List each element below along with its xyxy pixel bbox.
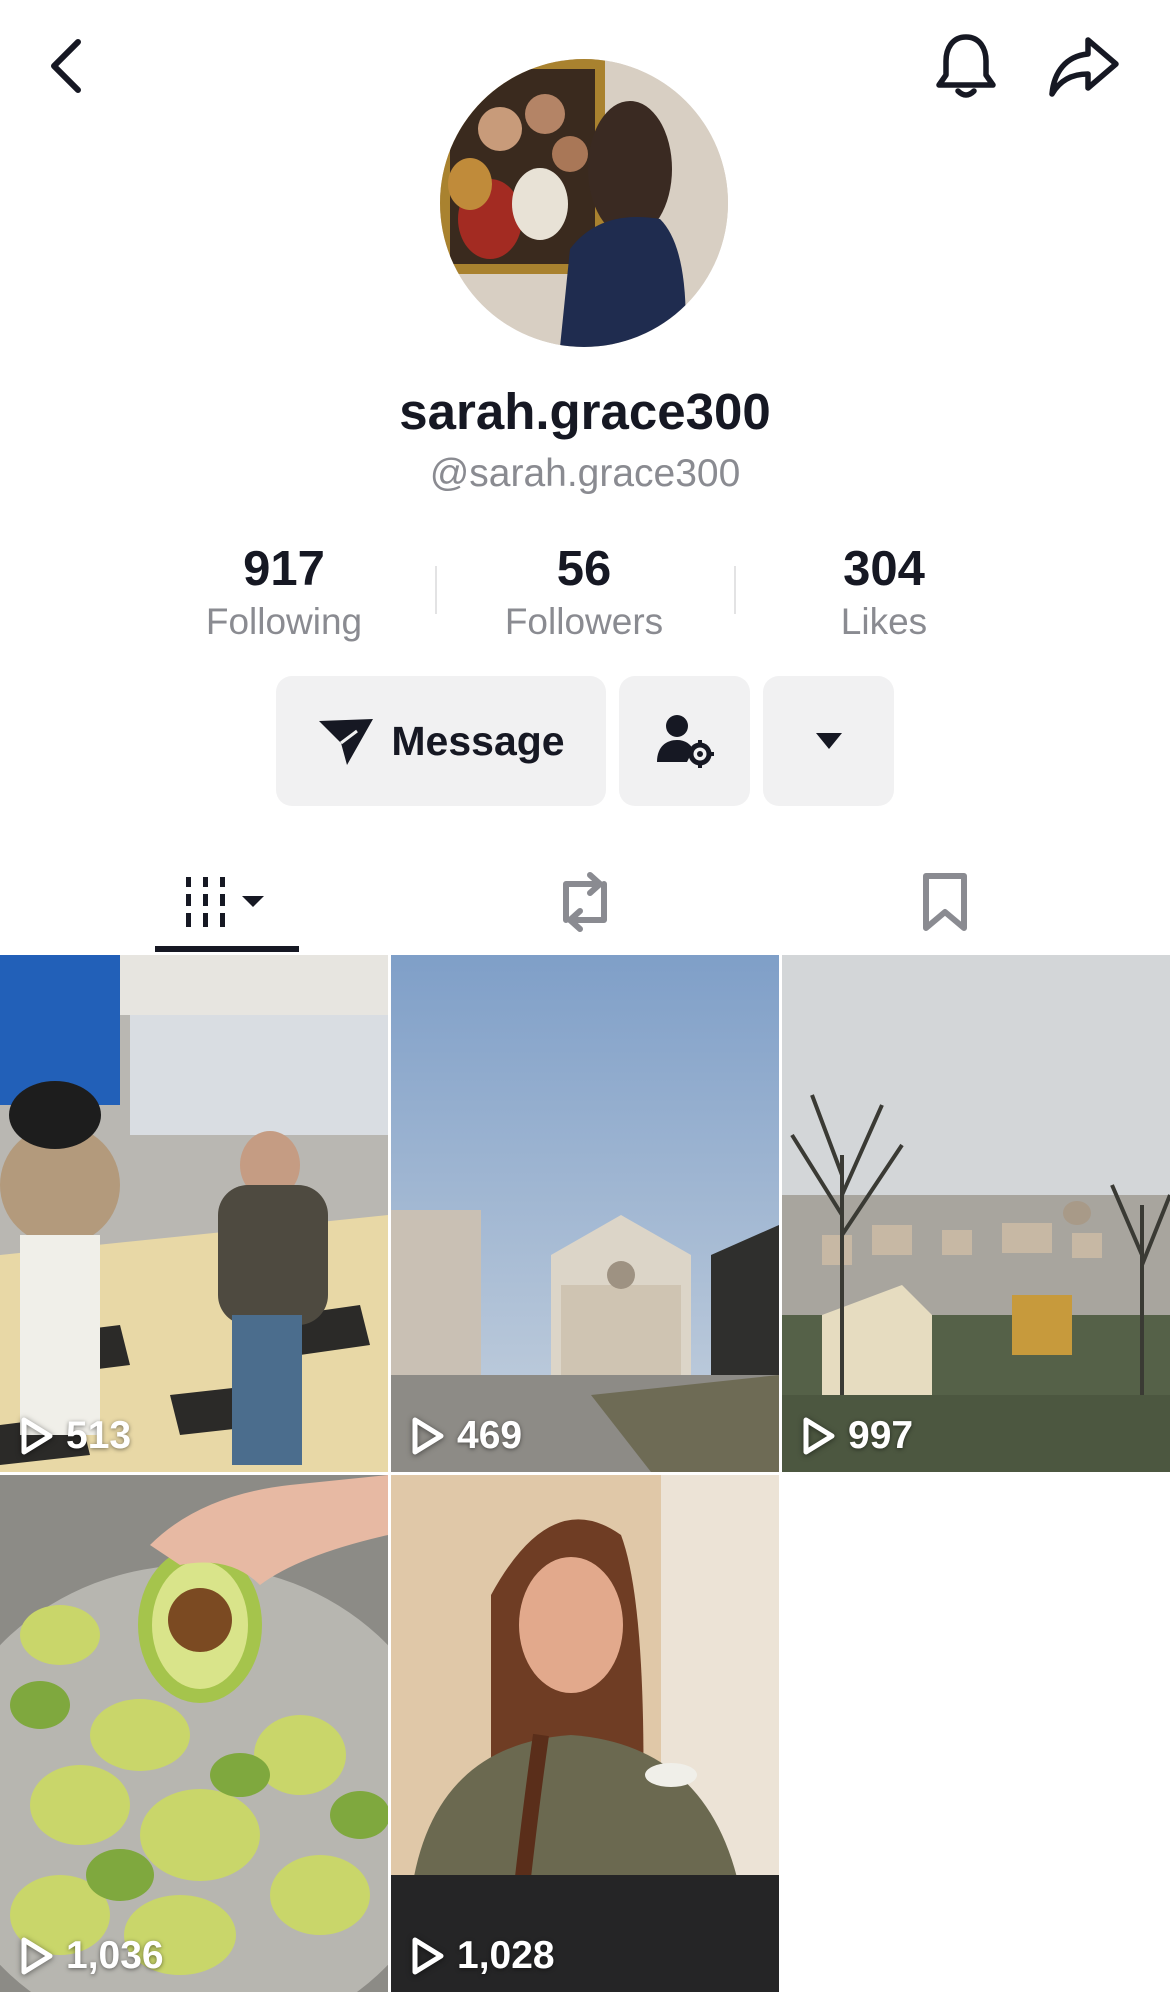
- likes-stat[interactable]: 304 Likes: [774, 538, 994, 644]
- followers-label: Followers: [504, 601, 664, 642]
- avatar[interactable]: [440, 59, 728, 347]
- stat-divider: [734, 566, 736, 614]
- following-count: 917: [243, 542, 325, 596]
- video-tile[interactable]: 997: [782, 955, 1170, 1472]
- grid-columns-icon: [186, 877, 264, 927]
- repost-icon: [563, 872, 607, 932]
- video-view-count: 997: [802, 1414, 913, 1458]
- caret-down-icon: [815, 733, 842, 749]
- active-tab-indicator: [155, 946, 299, 952]
- following-stat[interactable]: 917 Following: [174, 538, 394, 644]
- play-icon: [412, 1937, 444, 1975]
- following-label: Following: [205, 601, 363, 642]
- view-count: 997: [848, 1414, 914, 1457]
- tab-reposts[interactable]: [520, 848, 650, 956]
- video-thumbnail: [782, 955, 1170, 1472]
- friend-settings-button[interactable]: [619, 676, 750, 806]
- video-tile[interactable]: 1,036: [0, 1475, 388, 1992]
- message-button-label: Message: [391, 717, 565, 764]
- bookmark-icon: [923, 873, 967, 931]
- video-thumbnail: [391, 1475, 779, 1992]
- video-thumbnail: [391, 955, 779, 1472]
- video-view-count: 513: [20, 1414, 131, 1458]
- stat-divider: [435, 566, 437, 614]
- video-thumbnail: [0, 955, 388, 1472]
- view-count: 513: [66, 1414, 132, 1457]
- avatar-image: [440, 59, 728, 347]
- share-arrow-icon: [1049, 37, 1119, 97]
- view-count: 1,028: [457, 1934, 555, 1977]
- send-icon: [319, 719, 374, 765]
- likes-label: Likes: [840, 601, 928, 642]
- tab-saved[interactable]: [890, 848, 1000, 956]
- username-handle: @sarah.grace300: [429, 452, 741, 495]
- view-count: 1,036: [66, 1934, 164, 1977]
- display-name: sarah.grace300: [399, 383, 771, 440]
- chevron-left-icon: [51, 39, 81, 93]
- play-icon: [21, 1417, 53, 1455]
- play-icon: [21, 1937, 53, 1975]
- message-button[interactable]: Message: [276, 676, 606, 806]
- tab-videos[interactable]: [155, 848, 299, 956]
- share-button[interactable]: [1044, 28, 1124, 104]
- person-gear-icon: [656, 715, 714, 768]
- followers-stat[interactable]: 56 Followers: [474, 538, 694, 644]
- video-tile[interactable]: 469: [391, 955, 779, 1472]
- video-thumbnail: [0, 1475, 388, 1992]
- play-icon: [412, 1417, 444, 1455]
- view-count: 469: [457, 1414, 523, 1457]
- video-view-count: 1,028: [411, 1934, 555, 1978]
- likes-count: 304: [843, 542, 925, 596]
- back-button[interactable]: [40, 30, 92, 102]
- video-tile[interactable]: 513: [0, 955, 388, 1472]
- followers-count: 56: [556, 542, 612, 596]
- video-view-count: 469: [411, 1414, 522, 1458]
- play-icon: [803, 1417, 835, 1455]
- video-view-count: 1,036: [20, 1934, 164, 1978]
- bell-icon: [936, 34, 996, 98]
- video-tile[interactable]: 1,028: [391, 1475, 779, 1992]
- more-options-button[interactable]: [763, 676, 894, 806]
- notifications-button[interactable]: [928, 28, 1004, 104]
